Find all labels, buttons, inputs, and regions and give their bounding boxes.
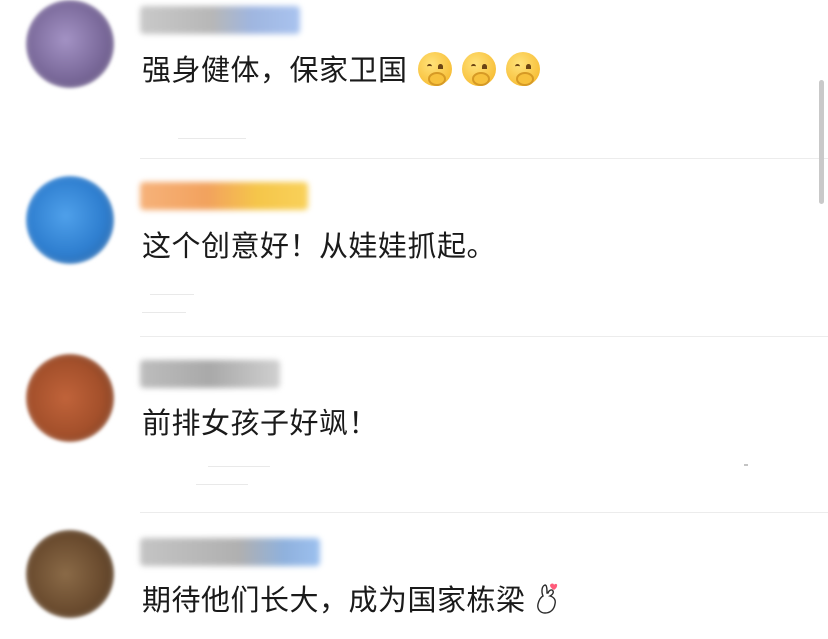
comment-text-content: 强身健体，保家卫国 [142,53,408,87]
scrollbar[interactable] [819,80,824,204]
username-redacted[interactable] [140,182,308,210]
comment-text-content: 期待他们长大，成为国家栋梁 [142,583,526,617]
username-redacted[interactable] [140,6,300,34]
avatar[interactable] [20,348,120,448]
menu-dot[interactable] [744,464,748,466]
divider [140,512,828,513]
comment-meta-line [208,466,270,467]
divider [140,158,828,159]
comment-text-content: 前排女孩子好飒！ [142,406,379,440]
avatar[interactable] [20,0,120,94]
avatar[interactable] [20,170,120,270]
avatar[interactable] [20,524,120,624]
comment-meta-line [150,294,194,295]
blushing-face-icon [417,52,452,86]
comment-text: 这个创意好！从娃娃抓起。 [142,228,496,264]
comment-text: 期待他们长大，成为国家栋梁 [142,582,560,618]
divider [140,336,828,337]
username-redacted[interactable] [140,538,320,566]
comment-meta-line [196,484,248,485]
blushing-face-icon [505,52,540,86]
comment-text: 强身健体，保家卫国 [142,52,540,88]
blushing-face-icon [461,52,496,86]
comment-meta-line [178,138,246,139]
finger-heart-hand-icon [534,582,560,616]
comments-list: 强身健体，保家卫国 这个创意好！从娃娃抓起。 前排女孩子好飒！ 期待他们长大，成… [0,0,828,639]
comment-text: 前排女孩子好飒！ [142,405,378,441]
comment-text-content: 这个创意好！从娃娃抓起。 [142,229,497,263]
username-redacted[interactable] [140,360,280,388]
comment-meta-line [142,312,186,313]
